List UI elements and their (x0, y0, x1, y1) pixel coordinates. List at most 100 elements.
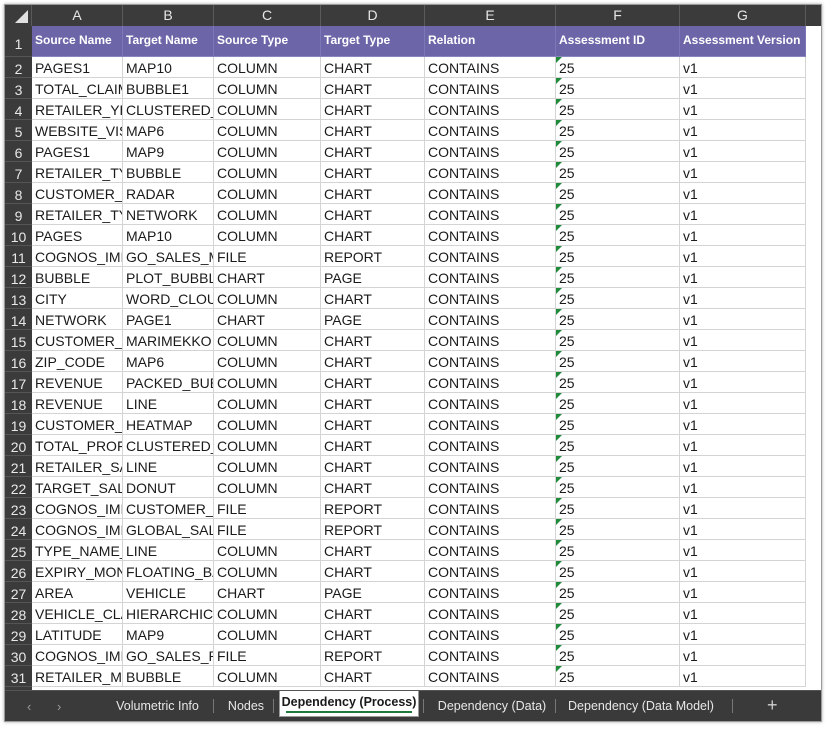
table-cell[interactable]: CONTAINS (425, 498, 556, 519)
table-cell[interactable]: 25 (556, 540, 680, 561)
table-cell[interactable]: COGNOS_IMP. (32, 246, 123, 267)
table-cell[interactable]: REVENUE (32, 372, 123, 393)
row-number[interactable]: 27 (5, 582, 32, 603)
table-cell[interactable]: RETAILER_TYPI (32, 204, 123, 225)
table-cell[interactable]: CHART (321, 393, 425, 414)
column-header-a[interactable]: A (32, 5, 123, 26)
table-cell[interactable]: ZIP_CODE (32, 351, 123, 372)
table-cell[interactable]: MAP10 (123, 57, 214, 78)
table-cell[interactable]: VEHICLE_CLA (32, 603, 123, 624)
table-cell[interactable]: v1 (680, 477, 806, 498)
table-cell[interactable]: 25 (556, 561, 680, 582)
table-cell[interactable]: NETWORK (32, 309, 123, 330)
table-cell[interactable]: PAGES1 (32, 141, 123, 162)
header-cell[interactable]: Relation (425, 26, 556, 57)
table-cell[interactable]: CHART (321, 141, 425, 162)
table-cell[interactable]: COLUMN (214, 120, 321, 141)
table-cell[interactable]: CONTAINS (425, 435, 556, 456)
table-cell[interactable]: 25 (556, 456, 680, 477)
table-cell[interactable]: 25 (556, 393, 680, 414)
table-cell[interactable]: CONTAINS (425, 666, 556, 687)
table-cell[interactable]: CONTAINS (425, 477, 556, 498)
table-cell[interactable]: LATITUDE (32, 624, 123, 645)
table-cell[interactable]: 25 (556, 120, 680, 141)
table-cell[interactable]: TARGET_SALES (32, 477, 123, 498)
table-cell[interactable]: MARIMEKKO (123, 330, 214, 351)
table-cell[interactable]: 25 (556, 141, 680, 162)
table-cell[interactable]: COLUMN (214, 477, 321, 498)
table-cell[interactable]: 25 (556, 267, 680, 288)
row-number[interactable]: 23 (5, 498, 32, 519)
row-number[interactable]: 10 (5, 225, 32, 246)
table-cell[interactable]: COLUMN (214, 435, 321, 456)
row-number[interactable]: 8 (5, 183, 32, 204)
table-cell[interactable]: CONTAINS (425, 120, 556, 141)
table-cell[interactable]: v1 (680, 330, 806, 351)
table-cell[interactable]: CHART (321, 456, 425, 477)
table-cell[interactable]: CHART (321, 120, 425, 141)
table-cell[interactable]: COLUMN (214, 225, 321, 246)
table-cell[interactable]: CHART (321, 78, 425, 99)
table-cell[interactable]: CITY (32, 288, 123, 309)
table-cell[interactable]: HEATMAP (123, 414, 214, 435)
column-header-g[interactable]: G (680, 5, 806, 26)
table-cell[interactable]: CHART (321, 624, 425, 645)
table-cell[interactable]: PACKED_BUBI (123, 372, 214, 393)
row-number[interactable]: 9 (5, 204, 32, 225)
table-cell[interactable]: v1 (680, 351, 806, 372)
scroll-tabs-right-icon[interactable]: › (57, 699, 61, 714)
table-cell[interactable]: COLUMN (214, 141, 321, 162)
table-cell[interactable]: v1 (680, 120, 806, 141)
table-cell[interactable]: v1 (680, 141, 806, 162)
table-cell[interactable]: CONTAINS (425, 561, 556, 582)
row-number[interactable]: 13 (5, 288, 32, 309)
row-number[interactable]: 12 (5, 267, 32, 288)
table-cell[interactable]: CHART (321, 351, 425, 372)
table-cell[interactable]: MAP6 (123, 351, 214, 372)
row-number[interactable]: 5 (5, 120, 32, 141)
sheet-tab[interactable]: Dependency (Data Model) (561, 691, 721, 721)
table-cell[interactable]: 25 (556, 288, 680, 309)
table-cell[interactable]: CONTAINS (425, 204, 556, 225)
table-cell[interactable]: CONTAINS (425, 246, 556, 267)
header-cell[interactable]: Source Name (32, 26, 123, 57)
sheet-tab[interactable]: Dependency (Process) (279, 691, 419, 717)
header-cell[interactable]: Target Name (123, 26, 214, 57)
table-cell[interactable]: CONTAINS (425, 456, 556, 477)
row-number[interactable]: 20 (5, 435, 32, 456)
row-number[interactable]: 29 (5, 624, 32, 645)
table-cell[interactable]: v1 (680, 603, 806, 624)
table-cell[interactable]: COGNOS_IMP. (32, 498, 123, 519)
table-cell[interactable]: TOTAL_PROFIT (32, 435, 123, 456)
table-cell[interactable]: RADAR (123, 183, 214, 204)
table-cell[interactable]: 25 (556, 246, 680, 267)
table-cell[interactable]: COLUMN (214, 162, 321, 183)
table-cell[interactable]: v1 (680, 372, 806, 393)
table-cell[interactable]: CHART (321, 540, 425, 561)
table-cell[interactable]: COLUMN (214, 78, 321, 99)
table-cell[interactable]: VEHICLE (123, 582, 214, 603)
table-cell[interactable]: COLUMN (214, 288, 321, 309)
table-cell[interactable]: CONTAINS (425, 582, 556, 603)
table-cell[interactable]: CONTAINS (425, 519, 556, 540)
table-cell[interactable]: CONTAINS (425, 162, 556, 183)
header-cell[interactable]: Target Type (321, 26, 425, 57)
table-cell[interactable]: COLUMN (214, 540, 321, 561)
table-cell[interactable]: CONTAINS (425, 57, 556, 78)
row-number[interactable]: 30 (5, 645, 32, 666)
table-cell[interactable]: HIERARCHICA (123, 603, 214, 624)
row-number[interactable]: 14 (5, 309, 32, 330)
table-cell[interactable]: MAP9 (123, 141, 214, 162)
table-cell[interactable]: 25 (556, 183, 680, 204)
add-sheet-button[interactable]: + (767, 695, 778, 716)
table-cell[interactable]: v1 (680, 99, 806, 120)
table-cell[interactable]: RETAILER_TYPI (32, 162, 123, 183)
table-cell[interactable]: FILE (214, 246, 321, 267)
table-cell[interactable]: LINE (123, 393, 214, 414)
table-cell[interactable]: GLOBAL_SALE (123, 519, 214, 540)
table-cell[interactable]: v1 (680, 225, 806, 246)
table-cell[interactable]: DONUT (123, 477, 214, 498)
table-cell[interactable]: REPORT (321, 519, 425, 540)
table-cell[interactable]: CONTAINS (425, 372, 556, 393)
table-cell[interactable]: v1 (680, 57, 806, 78)
